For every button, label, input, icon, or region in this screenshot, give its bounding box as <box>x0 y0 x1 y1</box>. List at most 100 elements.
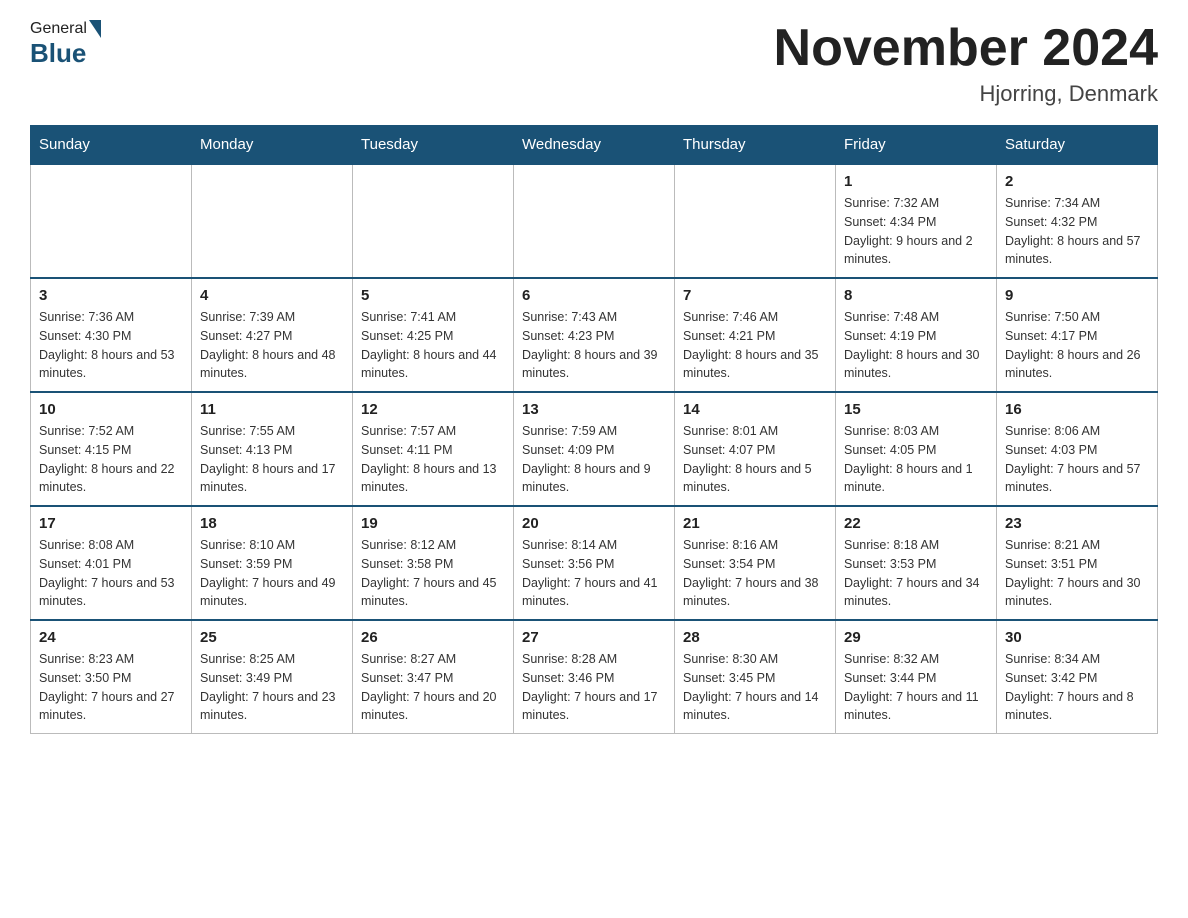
day-number: 4 <box>200 287 344 304</box>
day-info: Sunrise: 7:43 AM Sunset: 4:23 PM Dayligh… <box>522 308 666 383</box>
day-number: 16 <box>1005 401 1149 418</box>
calendar-cell: 20Sunrise: 8:14 AM Sunset: 3:56 PM Dayli… <box>514 506 675 620</box>
day-info: Sunrise: 7:39 AM Sunset: 4:27 PM Dayligh… <box>200 308 344 383</box>
day-info: Sunrise: 8:27 AM Sunset: 3:47 PM Dayligh… <box>361 650 505 725</box>
calendar-cell: 10 Sunrise: 7:52 AM Sunset: 4:15 PM Dayli… <box>31 392 192 506</box>
day-info: Sunrise: 8:12 AM Sunset: 3:58 PM Dayligh… <box>361 536 505 611</box>
calendar-cell: 15 Sunrise: 8:03 AM Sunset: 4:05 PM Dayli… <box>836 392 997 506</box>
day-info: Sunrise: 7:57 AM Sunset: 4:11 PM Dayligh… <box>361 422 505 497</box>
day-number: 11 <box>200 401 344 418</box>
calendar-cell: 17 Sunrise: 8:08 AM Sunset: 4:01 PM Dayli… <box>31 506 192 620</box>
day-number: 9 <box>1005 287 1149 304</box>
calendar-week-row: 10 Sunrise: 7:52 AM Sunset: 4:15 PM Dayli… <box>31 392 1158 506</box>
day-number: 17 <box>39 515 183 532</box>
calendar-cell: 3 Sunrise: 7:36 AM Sunset: 4:30 PM Daylig… <box>31 278 192 392</box>
logo-blue-text: Blue <box>30 38 86 69</box>
day-number: 10 <box>39 401 183 418</box>
day-number: 15 <box>844 401 988 418</box>
calendar-cell: 11 Sunrise: 7:55 AM Sunset: 4:13 PM Dayli… <box>192 392 353 506</box>
day-info: Sunrise: 7:52 AM Sunset: 4:15 PM Dayligh… <box>39 422 183 497</box>
day-info: Sunrise: 7:32 AM Sunset: 4:34 PM Dayligh… <box>844 194 988 269</box>
day-number: 13 <box>522 401 666 418</box>
day-number: 5 <box>361 287 505 304</box>
day-number: 29 <box>844 629 988 646</box>
calendar-cell: 19 Sunrise: 8:12 AM Sunset: 3:58 PM Dayli… <box>353 506 514 620</box>
day-info: Sunrise: 8:08 AM Sunset: 4:01 PM Dayligh… <box>39 536 183 611</box>
calendar-cell: 30 Sunrise: 8:34 AM Sunset: 3:42 PM Dayli… <box>997 620 1158 734</box>
calendar-cell: 4 Sunrise: 7:39 AM Sunset: 4:27 PM Daylig… <box>192 278 353 392</box>
day-info: Sunrise: 8:30 AM Sunset: 3:45 PM Dayligh… <box>683 650 827 725</box>
calendar-cell: 23 Sunrise: 8:21 AM Sunset: 3:51 PM Dayli… <box>997 506 1158 620</box>
calendar-cell: 16 Sunrise: 8:06 AM Sunset: 4:03 PM Dayli… <box>997 392 1158 506</box>
day-of-week-header: Sunday <box>31 126 192 165</box>
calendar-cell <box>31 164 192 278</box>
calendar-cell <box>353 164 514 278</box>
day-info: Sunrise: 7:59 AM Sunset: 4:09 PM Dayligh… <box>522 422 666 497</box>
calendar-cell: 2 Sunrise: 7:34 AM Sunset: 4:32 PM Daylig… <box>997 164 1158 278</box>
day-info: Sunrise: 8:28 AM Sunset: 3:46 PM Dayligh… <box>522 650 666 725</box>
page-header: General Blue November 2024 Hjorring, Den… <box>30 20 1158 107</box>
day-info: Sunrise: 7:34 AM Sunset: 4:32 PM Dayligh… <box>1005 194 1149 269</box>
calendar-cell: 5Sunrise: 7:41 AM Sunset: 4:25 PM Daylig… <box>353 278 514 392</box>
day-info: Sunrise: 8:01 AM Sunset: 4:07 PM Dayligh… <box>683 422 827 497</box>
day-number: 6 <box>522 287 666 304</box>
calendar-cell: 22Sunrise: 8:18 AM Sunset: 3:53 PM Dayli… <box>836 506 997 620</box>
day-number: 1 <box>844 173 988 190</box>
calendar-cell: 9 Sunrise: 7:50 AM Sunset: 4:17 PM Daylig… <box>997 278 1158 392</box>
calendar-cell: 21 Sunrise: 8:16 AM Sunset: 3:54 PM Dayli… <box>675 506 836 620</box>
calendar-cell: 29 Sunrise: 8:32 AM Sunset: 3:44 PM Dayli… <box>836 620 997 734</box>
calendar-week-row: 1 Sunrise: 7:32 AM Sunset: 4:34 PM Daylig… <box>31 164 1158 278</box>
day-info: Sunrise: 7:46 AM Sunset: 4:21 PM Dayligh… <box>683 308 827 383</box>
day-number: 3 <box>39 287 183 304</box>
calendar-cell: 6 Sunrise: 7:43 AM Sunset: 4:23 PM Daylig… <box>514 278 675 392</box>
day-number: 27 <box>522 629 666 646</box>
day-number: 28 <box>683 629 827 646</box>
day-info: Sunrise: 8:16 AM Sunset: 3:54 PM Dayligh… <box>683 536 827 611</box>
calendar-cell: 7 Sunrise: 7:46 AM Sunset: 4:21 PM Daylig… <box>675 278 836 392</box>
calendar-table: SundayMondayTuesdayWednesdayThursdayFrid… <box>30 125 1158 734</box>
calendar-week-row: 17 Sunrise: 8:08 AM Sunset: 4:01 PM Dayli… <box>31 506 1158 620</box>
day-info: Sunrise: 7:36 AM Sunset: 4:30 PM Dayligh… <box>39 308 183 383</box>
day-of-week-header: Saturday <box>997 126 1158 165</box>
day-info: Sunrise: 8:06 AM Sunset: 4:03 PM Dayligh… <box>1005 422 1149 497</box>
day-info: Sunrise: 7:48 AM Sunset: 4:19 PM Dayligh… <box>844 308 988 383</box>
day-number: 8 <box>844 287 988 304</box>
calendar-cell: 27 Sunrise: 8:28 AM Sunset: 3:46 PM Dayli… <box>514 620 675 734</box>
day-number: 18 <box>200 515 344 532</box>
day-number: 7 <box>683 287 827 304</box>
day-info: Sunrise: 8:32 AM Sunset: 3:44 PM Dayligh… <box>844 650 988 725</box>
day-info: Sunrise: 8:23 AM Sunset: 3:50 PM Dayligh… <box>39 650 183 725</box>
calendar-cell: 13 Sunrise: 7:59 AM Sunset: 4:09 PM Dayli… <box>514 392 675 506</box>
logo: General Blue <box>30 20 101 69</box>
month-year-title: November 2024 <box>774 20 1158 77</box>
day-info: Sunrise: 8:25 AM Sunset: 3:49 PM Dayligh… <box>200 650 344 725</box>
day-info: Sunrise: 7:50 AM Sunset: 4:17 PM Dayligh… <box>1005 308 1149 383</box>
day-number: 14 <box>683 401 827 418</box>
logo-triangle-icon <box>89 20 101 38</box>
day-of-week-header: Tuesday <box>353 126 514 165</box>
day-of-week-header: Friday <box>836 126 997 165</box>
day-number: 23 <box>1005 515 1149 532</box>
day-number: 30 <box>1005 629 1149 646</box>
calendar-cell: 28 Sunrise: 8:30 AM Sunset: 3:45 PM Dayli… <box>675 620 836 734</box>
day-info: Sunrise: 8:21 AM Sunset: 3:51 PM Dayligh… <box>1005 536 1149 611</box>
day-number: 12 <box>361 401 505 418</box>
day-number: 21 <box>683 515 827 532</box>
day-number: 20 <box>522 515 666 532</box>
day-info: Sunrise: 8:03 AM Sunset: 4:05 PM Dayligh… <box>844 422 988 497</box>
day-number: 25 <box>200 629 344 646</box>
day-number: 2 <box>1005 173 1149 190</box>
calendar-cell: 12 Sunrise: 7:57 AM Sunset: 4:11 PM Dayli… <box>353 392 514 506</box>
logo-general-text: General <box>30 20 87 38</box>
calendar-cell <box>192 164 353 278</box>
day-info: Sunrise: 8:34 AM Sunset: 3:42 PM Dayligh… <box>1005 650 1149 725</box>
day-info: Sunrise: 7:55 AM Sunset: 4:13 PM Dayligh… <box>200 422 344 497</box>
calendar-cell: 24 Sunrise: 8:23 AM Sunset: 3:50 PM Dayli… <box>31 620 192 734</box>
day-number: 22 <box>844 515 988 532</box>
calendar-cell: 26Sunrise: 8:27 AM Sunset: 3:47 PM Dayli… <box>353 620 514 734</box>
calendar-cell <box>675 164 836 278</box>
day-number: 24 <box>39 629 183 646</box>
day-of-week-header: Wednesday <box>514 126 675 165</box>
calendar-cell: 8 Sunrise: 7:48 AM Sunset: 4:19 PM Daylig… <box>836 278 997 392</box>
day-number: 19 <box>361 515 505 532</box>
